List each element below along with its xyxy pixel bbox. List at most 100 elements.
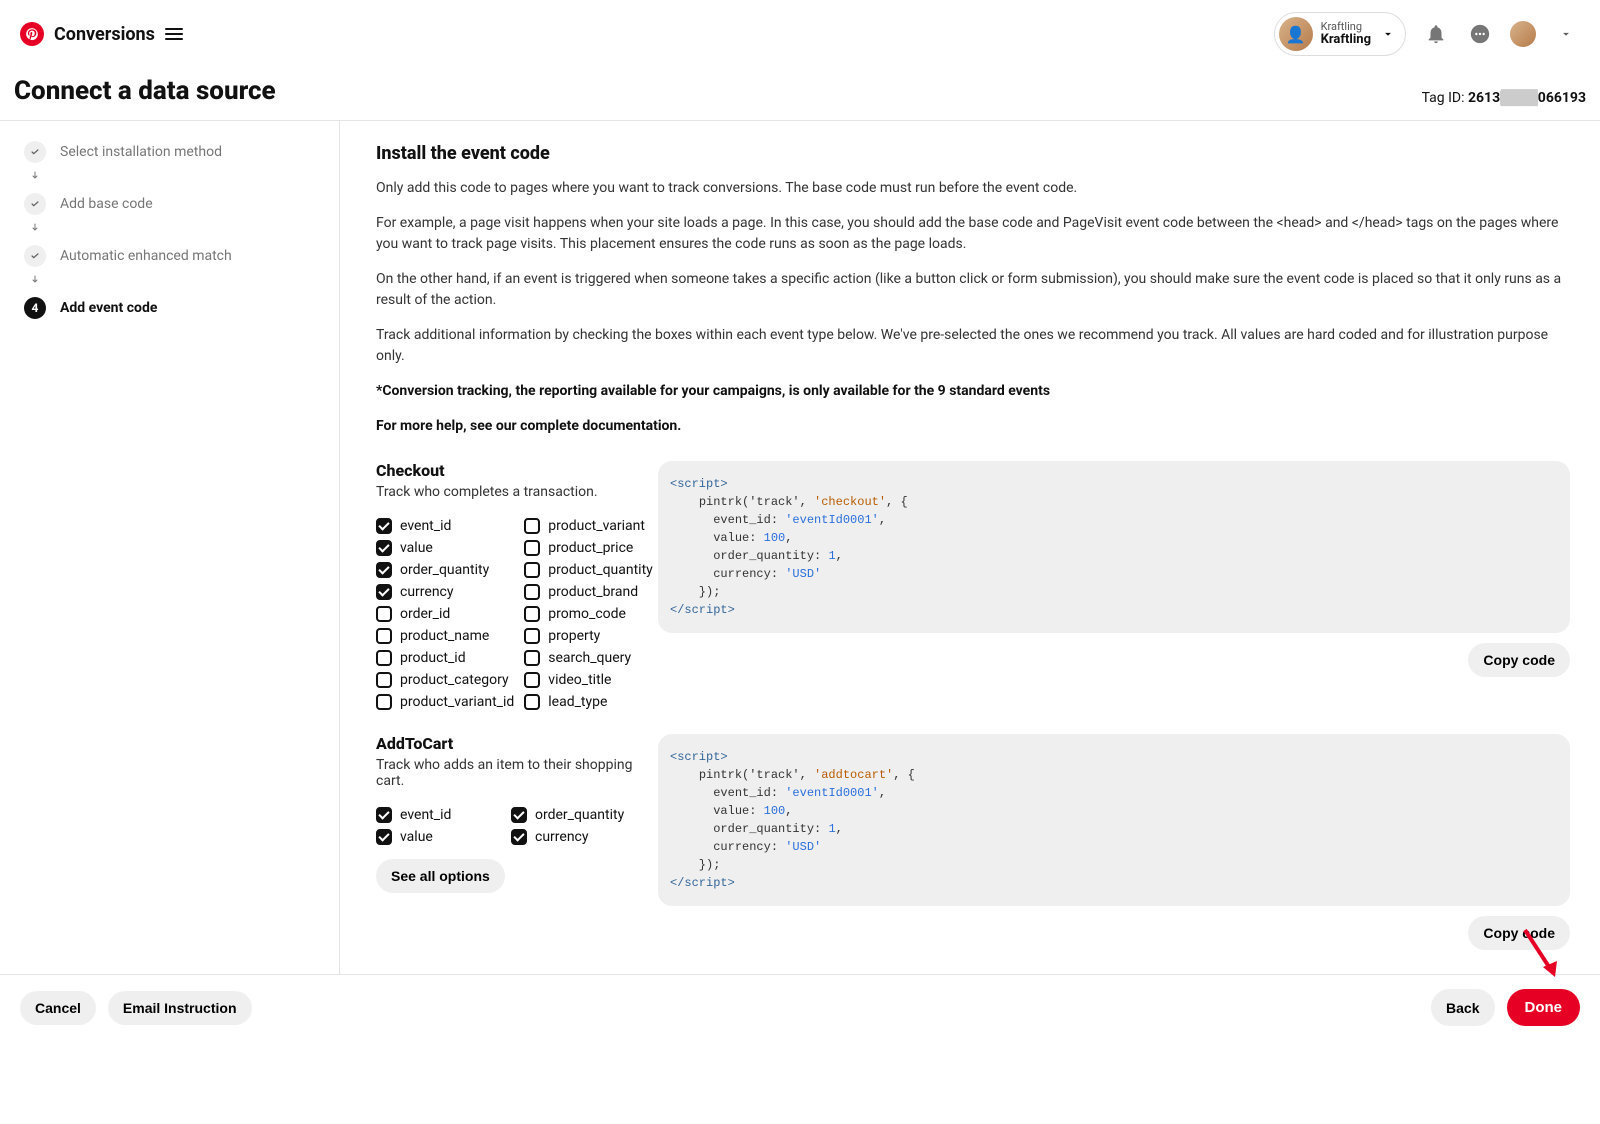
- checkbox-icon: [376, 540, 392, 556]
- event-checkout-left: Checkout Track who completes a transacti…: [376, 461, 636, 710]
- event-addtocart-left: AddToCart Track who adds an item to thei…: [376, 734, 636, 893]
- checkbox-icon: [376, 650, 392, 666]
- checkbox-option[interactable]: product_name: [376, 628, 514, 644]
- event-addtocart-desc: Track who adds an item to their shopping…: [376, 757, 636, 789]
- page-header: Connect a data source Tag ID: 2613████06…: [0, 68, 1600, 121]
- email-instruction-button[interactable]: Email Instruction: [108, 991, 252, 1025]
- checkbox-option[interactable]: event_id: [376, 807, 501, 823]
- top-bar-right: 👤 Kraftling Kraftling: [1274, 12, 1580, 56]
- checkbox-label: product_category: [400, 672, 509, 688]
- step-label: Select installation method: [60, 144, 222, 160]
- event-checkout-desc: Track who completes a transaction.: [376, 484, 636, 500]
- checkbox-option[interactable]: lead_type: [524, 694, 653, 710]
- checkbox-option[interactable]: product_variant: [524, 518, 653, 534]
- checkbox-option[interactable]: order_quantity: [376, 562, 514, 578]
- checkbox-label: currency: [535, 829, 589, 845]
- checkbox-label: value: [400, 829, 433, 845]
- avatar: 👤: [1279, 17, 1313, 51]
- main-para-1: Only add this code to pages where you wa…: [376, 178, 1570, 199]
- checkmark-icon: [24, 245, 46, 267]
- event-checkout: Checkout Track who completes a transacti…: [376, 461, 1570, 710]
- page-title: Connect a data source: [14, 76, 276, 106]
- event-addtocart-code-panel: <script> pintrk('track', 'addtocart', { …: [658, 734, 1570, 950]
- cancel-button[interactable]: Cancel: [20, 991, 96, 1025]
- checkmark-icon: [24, 193, 46, 215]
- main-panel: Install the event code Only add this cod…: [340, 121, 1600, 974]
- checkbox-option[interactable]: product_variant_id: [376, 694, 514, 710]
- checkbox-label: product_price: [548, 540, 633, 556]
- checkbox-option[interactable]: currency: [511, 829, 636, 845]
- checkbox-icon: [511, 807, 527, 823]
- checkbox-icon: [376, 562, 392, 578]
- checkbox-label: video_title: [548, 672, 611, 688]
- content-area: Select installation method Add base code A…: [0, 121, 1600, 974]
- checkbox-label: order_id: [400, 606, 450, 622]
- back-button[interactable]: Back: [1431, 989, 1494, 1026]
- see-all-options-button[interactable]: See all options: [376, 859, 505, 893]
- step-item[interactable]: Select installation method: [24, 141, 315, 163]
- event-checkout-code-panel: <script> pintrk('track', 'checkout', { e…: [658, 461, 1570, 677]
- arrow-down-icon: [29, 169, 315, 187]
- checkbox-option[interactable]: product_price: [524, 540, 653, 556]
- checkbox-option[interactable]: product_brand: [524, 584, 653, 600]
- checkbox-option[interactable]: product_id: [376, 650, 514, 666]
- checkbox-label: property: [548, 628, 600, 644]
- checkbox-icon: [524, 584, 540, 600]
- checkbox-option[interactable]: video_title: [524, 672, 653, 688]
- main-heading: Install the event code: [376, 143, 1570, 164]
- notifications-icon[interactable]: [1422, 20, 1450, 48]
- copy-code-button[interactable]: Copy code: [1468, 916, 1570, 950]
- chevron-down-icon: [1381, 27, 1395, 41]
- checkbox-label: product_variant_id: [400, 694, 514, 710]
- user-menu-chevron-icon[interactable]: [1552, 20, 1580, 48]
- top-bar-left: Conversions: [20, 22, 183, 46]
- checkbox-option[interactable]: product_quantity: [524, 562, 653, 578]
- checkbox-option[interactable]: product_category: [376, 672, 514, 688]
- checkbox-option[interactable]: property: [524, 628, 653, 644]
- checkbox-icon: [524, 540, 540, 556]
- footer-right: Back Done: [1431, 989, 1580, 1026]
- checkbox-option[interactable]: order_id: [376, 606, 514, 622]
- checkbox-option[interactable]: promo_code: [524, 606, 653, 622]
- done-button[interactable]: Done: [1507, 989, 1581, 1026]
- checkbox-option[interactable]: currency: [376, 584, 514, 600]
- tag-id-prefix: 2613: [1468, 90, 1500, 106]
- pinterest-logo-icon: [20, 22, 44, 46]
- step-item[interactable]: 4Add event code: [24, 297, 315, 319]
- event-addtocart: AddToCart Track who adds an item to thei…: [376, 734, 1570, 950]
- step-item[interactable]: Automatic enhanced match: [24, 245, 315, 267]
- step-label: Automatic enhanced match: [60, 248, 232, 264]
- user-avatar-small[interactable]: [1510, 21, 1536, 47]
- checkbox-option[interactable]: value: [376, 540, 514, 556]
- checkbox-label: search_query: [548, 650, 631, 666]
- checkbox-icon: [376, 807, 392, 823]
- checkbox-icon: [376, 672, 392, 688]
- main-para-3: On the other hand, if an event is trigge…: [376, 269, 1570, 311]
- checkbox-icon: [376, 694, 392, 710]
- account-switcher[interactable]: 👤 Kraftling Kraftling: [1274, 12, 1406, 56]
- account-name-big: Kraftling: [1321, 33, 1371, 47]
- checkbox-option[interactable]: event_id: [376, 518, 514, 534]
- event-checkout-title: Checkout: [376, 461, 636, 480]
- checkbox-option[interactable]: order_quantity: [511, 807, 636, 823]
- step-label: Add base code: [60, 196, 153, 212]
- main-para-6: For more help, see our complete document…: [376, 416, 1570, 437]
- checkbox-label: product_name: [400, 628, 489, 644]
- checkmark-icon: [24, 141, 46, 163]
- account-text: Kraftling Kraftling: [1321, 21, 1371, 47]
- tag-id: Tag ID: 2613████066193: [1422, 89, 1586, 106]
- event-addtocart-code: <script> pintrk('track', 'addtocart', { …: [658, 734, 1570, 906]
- checkbox-label: value: [400, 540, 433, 556]
- messages-icon[interactable]: [1466, 20, 1494, 48]
- steps-sidebar: Select installation method Add base code A…: [0, 121, 340, 974]
- checkbox-option[interactable]: search_query: [524, 650, 653, 666]
- checkbox-label: product_id: [400, 650, 466, 666]
- checkbox-option[interactable]: value: [376, 829, 501, 845]
- arrow-down-icon: [29, 221, 315, 239]
- step-item[interactable]: Add base code: [24, 193, 315, 215]
- copy-code-button[interactable]: Copy code: [1468, 643, 1570, 677]
- checkbox-icon: [524, 650, 540, 666]
- hamburger-icon[interactable]: [165, 28, 183, 40]
- top-bar: Conversions 👤 Kraftling Kraftling: [0, 0, 1600, 68]
- step-label: Add event code: [60, 300, 157, 316]
